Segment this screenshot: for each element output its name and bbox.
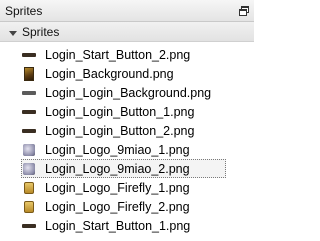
- sprites-panel: Sprites Sprites Login_Start_Button_2.png…: [0, 0, 254, 241]
- panel-title: Sprites: [5, 3, 43, 18]
- sprite-list: Login_Start_Button_2.png Login_Backgroun…: [0, 42, 254, 241]
- list-item-label: Login_Logo_Firefly_1.png: [45, 180, 190, 195]
- list-item[interactable]: Login_Start_Button_2.png: [22, 45, 190, 64]
- list-item[interactable]: Login_Start_Button_1.png: [22, 216, 190, 235]
- background-sprite-icon: [22, 66, 36, 81]
- list-item[interactable]: Login_Login_Button_2.png: [22, 121, 194, 140]
- bar-sprite-icon: [22, 86, 36, 100]
- list-item-selected[interactable]: Login_Logo_9miao_2.png: [21, 159, 226, 178]
- list-item[interactable]: Login_Background.png: [22, 64, 174, 83]
- button-sprite-icon: [22, 124, 36, 138]
- list-item-label: Login_Login_Background.png: [45, 85, 212, 100]
- logo-sprite-icon: [22, 143, 36, 157]
- list-item[interactable]: Login_Logo_9miao_1.png: [22, 140, 190, 159]
- triangle-down-icon[interactable]: [8, 27, 18, 37]
- list-item-label: Login_Background.png: [45, 66, 174, 81]
- sprites-group-header[interactable]: Sprites: [0, 22, 254, 42]
- button-sprite-icon: [22, 48, 36, 62]
- list-item-label: Login_Login_Button_2.png: [45, 123, 195, 138]
- panel-titlebar: Sprites: [0, 0, 254, 22]
- logo-sprite-icon: [22, 162, 36, 176]
- list-item[interactable]: Login_Login_Button_1.png: [22, 102, 194, 121]
- firefly-logo-sprite-icon: [22, 181, 36, 195]
- list-item-label: Login_Start_Button_2.png: [45, 47, 191, 62]
- list-item[interactable]: Login_Logo_Firefly_1.png: [22, 178, 190, 197]
- button-sprite-icon: [22, 219, 36, 233]
- restore-window-icon[interactable]: [238, 5, 250, 17]
- list-item-label: Login_Login_Button_1.png: [45, 104, 195, 119]
- list-item-label: Login_Logo_Firefly_2.png: [45, 199, 190, 214]
- group-label: Sprites: [22, 24, 60, 39]
- list-item-label: Login_Start_Button_1.png: [45, 218, 191, 233]
- firefly-logo-sprite-icon: [22, 200, 36, 214]
- list-item-label: Login_Logo_9miao_1.png: [45, 142, 190, 157]
- list-item-label: Login_Logo_9miao_2.png: [45, 161, 190, 176]
- button-sprite-icon: [22, 105, 36, 119]
- list-item[interactable]: Login_Login_Background.png: [22, 83, 211, 102]
- list-item[interactable]: Login_Logo_Firefly_2.png: [22, 197, 190, 216]
